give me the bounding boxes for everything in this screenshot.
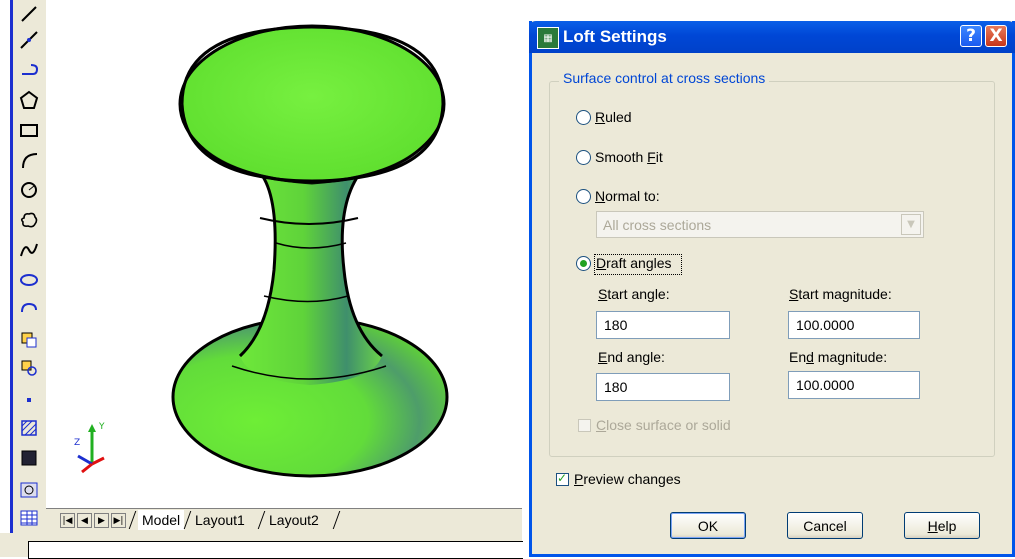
end-angle-label: End angle: [598, 349, 665, 365]
next-tab-icon[interactable]: ▶ [94, 513, 109, 528]
ucs-z-label: Z [74, 438, 80, 448]
tab-model[interactable]: Model [138, 510, 185, 530]
command-line [0, 533, 523, 559]
table-icon[interactable] [17, 506, 41, 530]
normal-to-select-value: All cross sections [603, 217, 712, 233]
dialog-titlebar[interactable]: ▦ Loft Settings ? X [529, 21, 1015, 53]
line-icon[interactable] [17, 2, 41, 26]
construction-line-icon[interactable] [17, 28, 41, 52]
end-magnitude-input[interactable]: 100.0000 [788, 371, 920, 399]
spline-icon[interactable] [17, 238, 41, 262]
help-button[interactable]: Help [904, 512, 980, 539]
start-angle-label: Start angle: [598, 286, 670, 302]
prev-tab-icon[interactable]: ◀ [77, 513, 92, 528]
draft-angles-radio[interactable] [576, 256, 591, 271]
ok-button[interactable]: OK [670, 512, 746, 539]
ucs-y-label: Y [98, 422, 105, 432]
model-viewport[interactable]: Y Z [46, 0, 522, 508]
help-icon[interactable]: ? [960, 25, 982, 47]
rectangle-icon[interactable] [17, 118, 41, 142]
ellipse-arc-icon[interactable] [17, 298, 41, 322]
insert-block-icon[interactable] [17, 328, 41, 352]
start-angle-input[interactable]: 180 [596, 311, 730, 339]
close-surface-label: Close surface or solid [596, 417, 731, 433]
end-magnitude-label: End magnitude: [789, 349, 888, 365]
tab-layout1[interactable]: Layout1 [191, 510, 249, 530]
start-magnitude-label: Start magnitude: [789, 286, 892, 302]
draft-angles-label[interactable]: Draft angles [596, 255, 672, 271]
revision-cloud-icon[interactable] [17, 208, 41, 232]
hatch-icon[interactable] [17, 416, 41, 440]
polygon-icon[interactable] [17, 88, 41, 112]
ruled-label[interactable]: Ruled [595, 109, 632, 125]
normal-to-radio[interactable] [576, 189, 591, 204]
make-block-icon[interactable] [17, 356, 41, 380]
tab-layout2[interactable]: Layout2 [265, 510, 323, 530]
smooth-fit-radio[interactable] [576, 150, 591, 165]
region-icon[interactable] [17, 478, 41, 502]
gradient-icon[interactable] [17, 446, 41, 470]
loft-app-icon: ▦ [537, 27, 559, 49]
preview-changes-label[interactable]: Preview changes [574, 471, 681, 487]
group-title: Surface control at cross sections [559, 70, 770, 86]
command-input[interactable] [28, 541, 523, 559]
circle-icon[interactable] [17, 178, 41, 202]
ruled-radio[interactable] [576, 110, 591, 125]
chevron-down-icon[interactable]: ▼ [901, 214, 921, 235]
cancel-button[interactable]: Cancel [787, 512, 863, 539]
layout-tab-bar: |◀ ◀ ▶ ▶| Model Layout1 Layout2 [46, 508, 522, 533]
lofted-solid [171, 24, 449, 478]
draw-toolbar [10, 0, 46, 533]
last-tab-icon[interactable]: ▶| [111, 513, 126, 528]
polyline-icon[interactable] [17, 58, 41, 82]
cad-window: Y Z |◀ ◀ ▶ ▶| Model Layout1 Layout2 [0, 0, 523, 559]
close-surface-checkbox[interactable] [578, 419, 591, 432]
end-angle-input[interactable]: 180 [596, 373, 730, 401]
ucs-icon: Y Z [74, 422, 105, 474]
dialog-title: Loft Settings [563, 27, 667, 46]
normal-to-select[interactable]: All cross sections ▼ [596, 211, 924, 238]
smooth-fit-label[interactable]: Smooth Fit [595, 149, 663, 165]
preview-changes-checkbox[interactable] [556, 471, 569, 486]
ellipse-icon[interactable] [17, 268, 41, 292]
point-icon[interactable] [17, 388, 41, 412]
arc-icon[interactable] [17, 148, 41, 172]
close-icon[interactable]: X [985, 25, 1007, 47]
normal-to-label[interactable]: Normal to: [595, 188, 660, 204]
first-tab-icon[interactable]: |◀ [60, 513, 75, 528]
start-magnitude-input[interactable]: 100.0000 [788, 311, 920, 339]
